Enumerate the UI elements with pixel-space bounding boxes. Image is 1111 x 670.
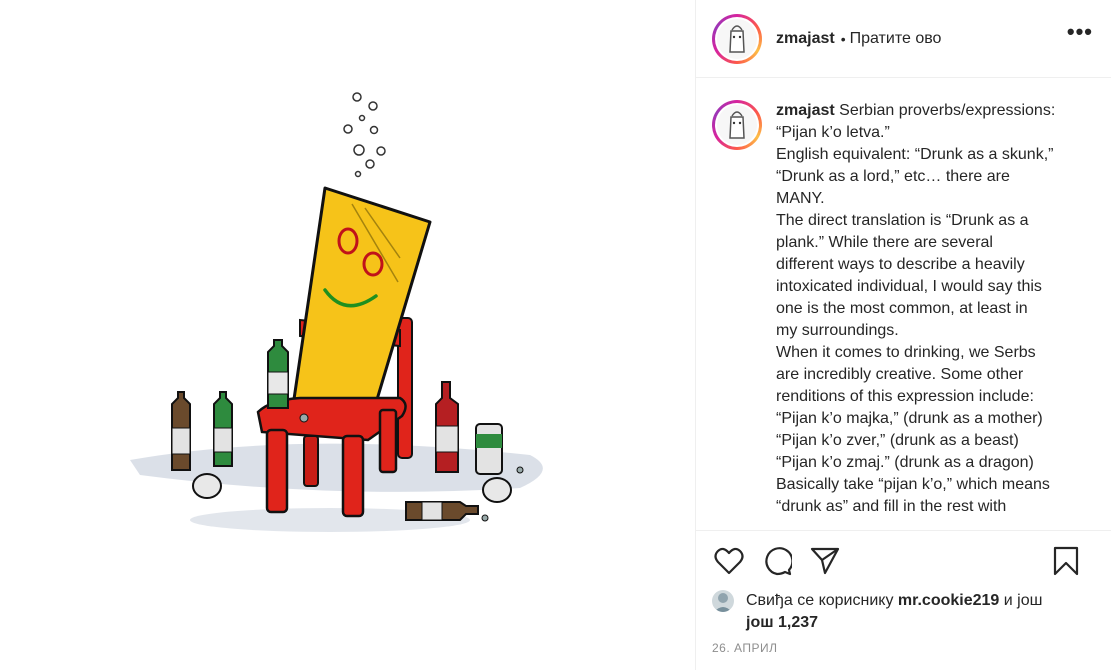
paper-plane-icon (810, 547, 840, 575)
follow-button[interactable]: Пратите ово (850, 30, 942, 48)
user-avatar-icon (714, 593, 732, 612)
caption-line: different ways to describe a heavily (776, 256, 1025, 273)
post-image[interactable] (0, 0, 695, 670)
likes-count: 1,237 (778, 614, 819, 631)
caption-line: English equivalent: “Drunk as a skunk,” (776, 146, 1054, 163)
caption-line: Serbian proverbs/expressions: (839, 102, 1056, 119)
caption-line: MANY. (776, 190, 825, 207)
post-timestamp[interactable]: 26. АПРИЛ (712, 641, 778, 655)
doodle-avatar-icon (729, 24, 745, 53)
instagram-post: zmajast • Пратите ово ••• zmajast Serbia… (0, 0, 1111, 670)
post-sidebar: zmajast • Пратите ово ••• zmajast Serbia… (695, 0, 1111, 670)
more-options-icon[interactable]: ••• (1067, 21, 1093, 43)
caption-line: “Pijan k’o zver,” (drunk as a beast) (776, 432, 1019, 449)
comment-icon (765, 547, 792, 576)
separator-dot: • (840, 30, 846, 47)
caption-text: zmajast Serbian proverbs/expressions: “P… (776, 100, 1076, 528)
caption-avatar[interactable] (712, 100, 762, 150)
share-button[interactable] (808, 544, 842, 578)
save-button[interactable] (1049, 544, 1083, 578)
like-button[interactable] (712, 544, 746, 578)
likes-prefix: Свиђа се кориснику (746, 592, 894, 609)
caption-line: “Pijan k’o majka,” (drunk as a mother) (776, 410, 1043, 427)
caption: zmajast Serbian proverbs/expressions: “P… (712, 100, 1101, 528)
caption-line: my surroundings. (776, 322, 899, 339)
caption-line: Basically take “pijan k’o,” which means (776, 476, 1050, 493)
action-bar (696, 530, 1111, 591)
caption-line: renditions of this expression include: (776, 388, 1034, 405)
caption-line: are incredibly creative. Some other (776, 366, 1024, 383)
bubbles (343, 92, 386, 178)
likes-count-link[interactable]: још 1,237 (746, 614, 818, 631)
likes-summary: Свиђа се кориснику mr.cookie219 и још јо… (712, 590, 1095, 634)
avatar[interactable] (712, 13, 762, 64)
caption-username[interactable]: zmajast (776, 102, 835, 119)
liker-username[interactable]: mr.cookie219 (898, 592, 999, 609)
caption-line: “drunk as” and fill in the rest with (776, 498, 1007, 515)
caption-line: When it comes to drinking, we Serbs (776, 344, 1036, 361)
avatar-image (717, 18, 757, 59)
comment-button[interactable] (760, 544, 794, 578)
caption-line: plank.” While there are several (776, 234, 993, 251)
drunk-plank-illustration (130, 92, 543, 532)
caption-line: The direct translation is “Drunk as a (776, 212, 1029, 229)
post-header: zmajast • Пратите ово ••• (696, 0, 1111, 78)
header-username[interactable]: zmajast (776, 30, 835, 48)
liker-avatar[interactable] (712, 590, 734, 612)
caption-line: “Pijan k’o zmaj.” (drunk as a dragon) (776, 454, 1034, 471)
caption-line: intoxicated individual, I would say this (776, 278, 1042, 295)
heart-icon (714, 547, 744, 575)
bookmark-icon (1053, 546, 1079, 576)
caption-line: “Pijan k’o letva.” (776, 124, 890, 141)
doodle-avatar-icon (729, 111, 745, 139)
caption-line: one is the most common, at least in (776, 300, 1028, 317)
caption-line: “Drunk as a lord,” etc… there are (776, 168, 1010, 185)
likes-middle: и још (1003, 592, 1043, 609)
